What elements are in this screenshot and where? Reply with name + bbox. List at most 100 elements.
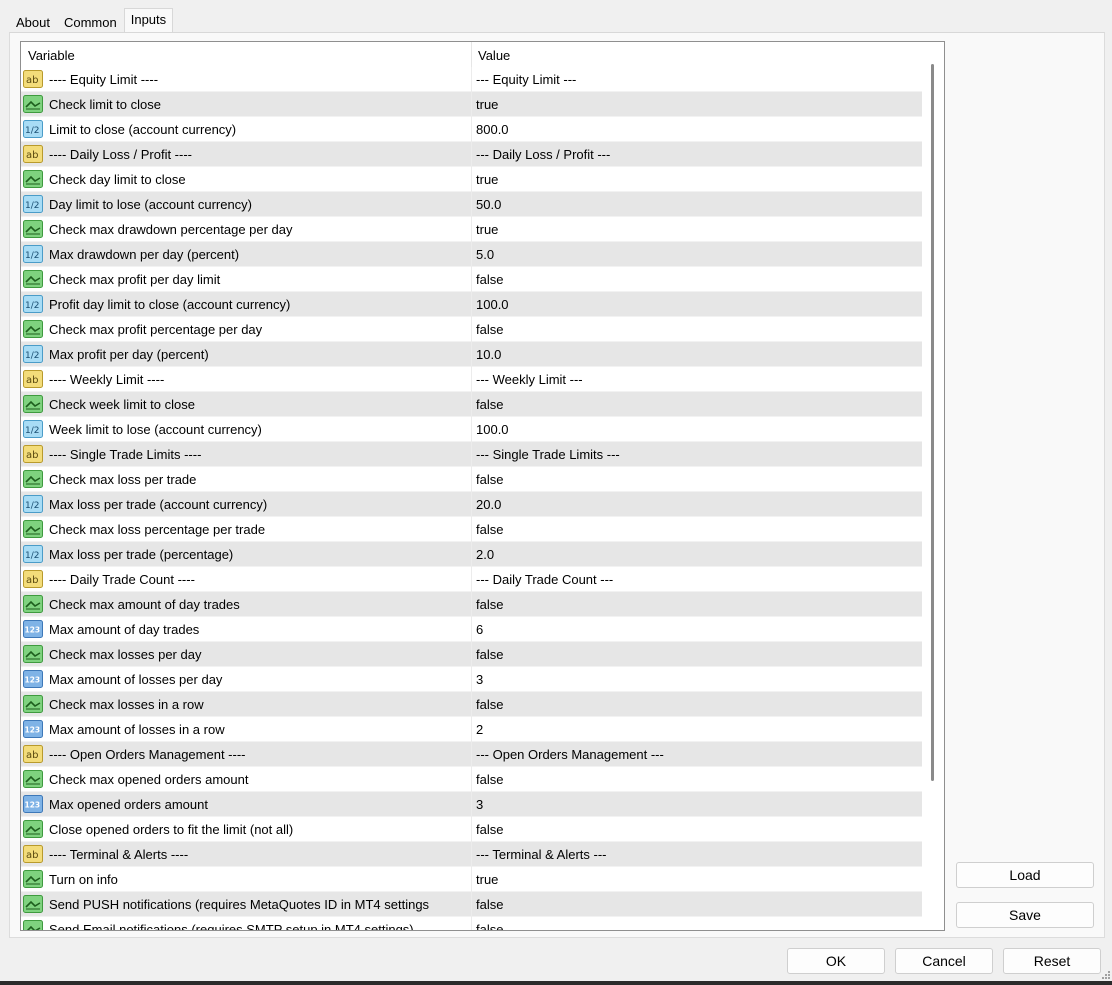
table-row[interactable]: 1/2 Max loss per trade (account currency)… (21, 492, 922, 517)
value-cell[interactable]: false (476, 267, 503, 292)
load-button[interactable]: Load (956, 862, 1094, 888)
value-cell[interactable]: true (476, 217, 498, 242)
value-cell[interactable]: --- Weekly Limit --- (476, 367, 583, 392)
value-cell[interactable]: --- Daily Trade Count --- (476, 567, 613, 592)
svg-text:ab: ab (26, 575, 38, 586)
table-row[interactable]: Check week limit to close false (21, 392, 922, 417)
variable-name: ---- Weekly Limit ---- (49, 372, 165, 387)
table-row[interactable]: Check day limit to close true (21, 167, 922, 192)
table-row[interactable]: 1/2 Day limit to lose (account currency) 5… (21, 192, 922, 217)
table-row[interactable]: Check max amount of day trades false (21, 592, 922, 617)
value-cell[interactable]: false (476, 817, 503, 842)
column-divider (471, 292, 472, 317)
variable-name: ---- Terminal & Alerts ---- (49, 847, 189, 862)
value-cell[interactable]: 800.0 (476, 117, 509, 142)
table-row[interactable]: Send Email notifications (requires SMTP … (21, 917, 922, 930)
vertical-scrollbar[interactable] (922, 42, 944, 930)
column-divider (471, 542, 472, 567)
value-cell[interactable]: --- Single Trade Limits --- (476, 442, 620, 467)
table-row[interactable]: Check max profit percentage per day false (21, 317, 922, 342)
table-row[interactable]: Send PUSH notifications (requires MetaQu… (21, 892, 922, 917)
header-divider[interactable] (471, 42, 472, 67)
table-row[interactable]: Check max losses in a row false (21, 692, 922, 717)
table-row[interactable]: ab ---- Daily Loss / Profit ---- --- Daily… (21, 142, 922, 167)
table-row[interactable]: 123 Max amount of losses per day 3 (21, 667, 922, 692)
table-row[interactable]: 1/2 Max loss per trade (percentage) 2.0 (21, 542, 922, 567)
value-cell[interactable]: true (476, 92, 498, 117)
table-row[interactable]: 123 Max opened orders amount 3 (21, 792, 922, 817)
table-row[interactable]: 1/2 Limit to close (account currency) 800.… (21, 117, 922, 142)
table-row[interactable]: 1/2 Week limit to lose (account currency)… (21, 417, 922, 442)
save-button[interactable]: Save (956, 902, 1094, 928)
value-cell[interactable]: false (476, 317, 503, 342)
tab-inputs[interactable]: Inputs (123, 8, 174, 33)
value-cell[interactable]: --- Daily Loss / Profit --- (476, 142, 610, 167)
value-cell[interactable]: --- Terminal & Alerts --- (476, 842, 607, 867)
column-divider (471, 592, 472, 617)
value-cell[interactable]: 2.0 (476, 542, 494, 567)
value-cell[interactable]: false (476, 642, 503, 667)
value-cell[interactable]: --- Open Orders Management --- (476, 742, 664, 767)
value-cell[interactable]: false (476, 917, 503, 930)
value-cell[interactable]: false (476, 517, 503, 542)
value-cell[interactable]: 3 (476, 792, 483, 817)
value-cell[interactable]: true (476, 167, 498, 192)
column-divider (471, 642, 472, 667)
value-cell[interactable]: 5.0 (476, 242, 494, 267)
svg-text:1/2: 1/2 (25, 501, 39, 511)
value-cell[interactable]: 50.0 (476, 192, 501, 217)
header-variable[interactable]: Variable (28, 42, 75, 67)
table-row[interactable]: Check max loss percentage per trade false (21, 517, 922, 542)
table-row[interactable]: ab ---- Terminal & Alerts ---- --- Termina… (21, 842, 922, 867)
scrollbar-thumb[interactable] (931, 64, 934, 781)
table-row[interactable]: 1/2 Max drawdown per day (percent) 5.0 (21, 242, 922, 267)
table-row[interactable]: Check max drawdown percentage per day tru… (21, 217, 922, 242)
value-cell[interactable]: false (476, 592, 503, 617)
value-cell[interactable]: false (476, 467, 503, 492)
string-type-icon: ab (23, 570, 43, 588)
table-row[interactable]: Check max profit per day limit false (21, 267, 922, 292)
ok-button[interactable]: OK (787, 948, 885, 974)
table-row[interactable]: 1/2 Max profit per day (percent) 10.0 (21, 342, 922, 367)
value-cell[interactable]: 3 (476, 667, 483, 692)
table-row[interactable]: 123 Max amount of day trades 6 (21, 617, 922, 642)
column-divider (471, 317, 472, 342)
value-cell[interactable]: false (476, 767, 503, 792)
table-row[interactable]: ab ---- Single Trade Limits ---- --- Singl… (21, 442, 922, 467)
table-row[interactable]: Check max loss per trade false (21, 467, 922, 492)
table-row[interactable]: Close opened orders to fit the limit (no… (21, 817, 922, 842)
table-row[interactable]: Check max losses per day false (21, 642, 922, 667)
reset-button[interactable]: Reset (1003, 948, 1101, 974)
cancel-button[interactable]: Cancel (895, 948, 993, 974)
column-divider (471, 117, 472, 142)
table-row[interactable]: 1/2 Profit day limit to close (account cu… (21, 292, 922, 317)
table-row[interactable]: 123 Max amount of losses in a row 2 (21, 717, 922, 742)
value-cell[interactable]: 2 (476, 717, 483, 742)
table-row[interactable]: ab ---- Equity Limit ---- --- Equity Limit… (21, 67, 922, 92)
value-cell[interactable]: 6 (476, 617, 483, 642)
value-cell[interactable]: 20.0 (476, 492, 501, 517)
value-cell[interactable]: --- Equity Limit --- (476, 67, 576, 92)
table-row[interactable]: ab ---- Open Orders Management ---- --- Op… (21, 742, 922, 767)
value-cell[interactable]: false (476, 692, 503, 717)
table-row[interactable]: Check max opened orders amount false (21, 767, 922, 792)
svg-text:ab: ab (26, 75, 38, 86)
table-row[interactable]: ab ---- Daily Trade Count ---- --- Daily T… (21, 567, 922, 592)
string-type-icon: ab (23, 370, 43, 388)
table-row[interactable]: ab ---- Weekly Limit ---- --- Weekly Limit… (21, 367, 922, 392)
resize-grip-icon[interactable] (1102, 971, 1110, 979)
table-row[interactable]: Check limit to close true (21, 92, 922, 117)
header-value[interactable]: Value (478, 42, 510, 67)
value-cell[interactable]: 10.0 (476, 342, 501, 367)
double-type-icon: 1/2 (23, 420, 43, 438)
table-row[interactable]: Turn on info true (21, 867, 922, 892)
value-cell[interactable]: 100.0 (476, 417, 509, 442)
value-cell[interactable]: 100.0 (476, 292, 509, 317)
tab-about[interactable]: About (9, 10, 57, 32)
variable-name: Max amount of losses in a row (49, 722, 225, 737)
value-cell[interactable]: false (476, 892, 503, 917)
variable-name: Check max amount of day trades (49, 597, 240, 612)
tab-common[interactable]: Common (57, 10, 124, 32)
value-cell[interactable]: true (476, 867, 498, 892)
value-cell[interactable]: false (476, 392, 503, 417)
